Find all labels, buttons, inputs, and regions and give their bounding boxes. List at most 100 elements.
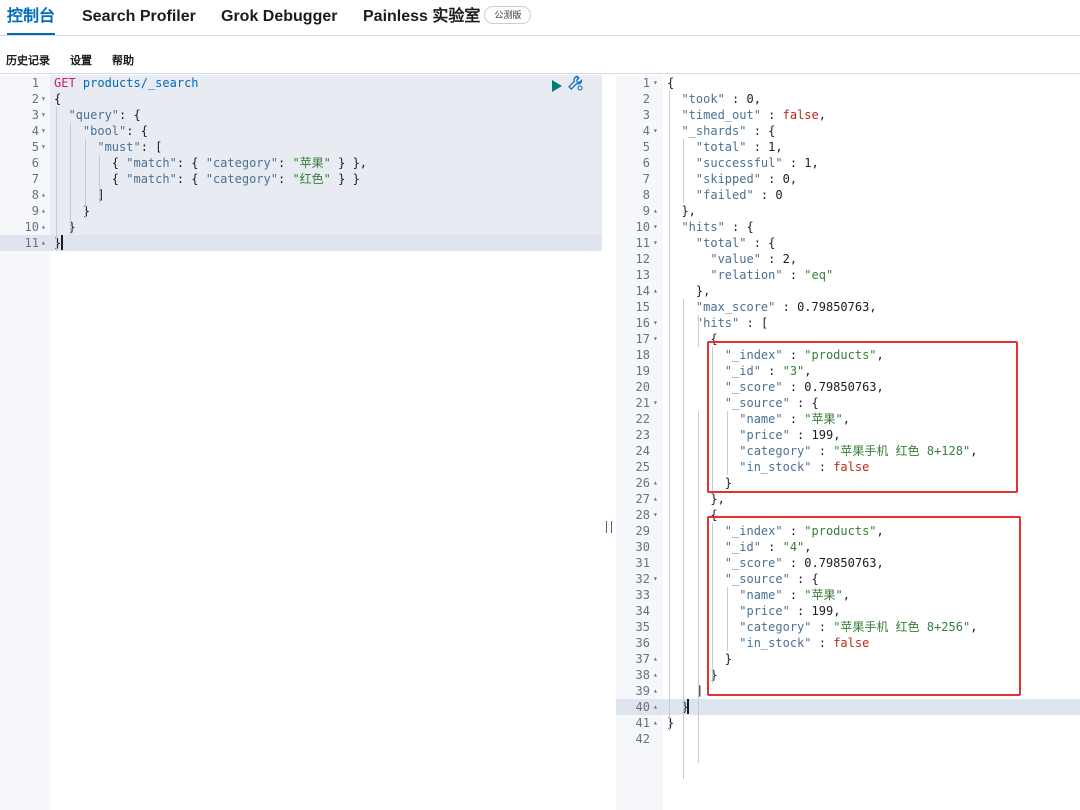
fold-open-icon[interactable]: ▾ [653, 123, 658, 139]
code-text: { [667, 76, 675, 90]
line-number: 29 [635, 524, 650, 538]
line-number: 30 [635, 540, 650, 554]
line-number: 22 [635, 412, 650, 426]
line-number: 40 [635, 700, 650, 714]
code-text: "_source" : { [724, 396, 819, 410]
indent-guide [697, 315, 699, 347]
indent-guide [70, 123, 72, 235]
code-line: 3 ▾ "query": { [0, 107, 602, 123]
code-line: 15 "max_score" : 0.79850763, [616, 299, 1080, 315]
pane-resizer[interactable] [602, 75, 616, 810]
fold-open-icon[interactable]: ▾ [41, 139, 46, 155]
code-line: 10 ▾ "hits" : { [616, 219, 1080, 235]
code-line: 2 ▾ { [0, 91, 602, 107]
code-line: 5 "total" : 1, [616, 139, 1080, 155]
code-text: "category" : "苹果手机 红色 8+256", [739, 620, 978, 634]
code-text: { [667, 332, 718, 346]
fold-close-icon[interactable]: ▴ [653, 475, 658, 491]
fold-open-icon[interactable]: ▾ [653, 395, 658, 411]
code-text: "value" : 2, [710, 252, 798, 266]
fold-open-icon[interactable]: ▾ [653, 571, 658, 587]
line-number: 26 [635, 476, 650, 490]
tab-grok-debugger[interactable]: Grok Debugger [221, 0, 337, 35]
fold-open-icon[interactable]: ▾ [41, 107, 46, 123]
tab-console[interactable]: 控制台 [7, 0, 56, 35]
code-line: 4 ▾ "bool": { [0, 123, 602, 139]
fold-open-icon[interactable]: ▾ [653, 235, 658, 251]
code-text: "_score" : 0.79850763, [724, 556, 884, 570]
code-line: 20 "_score" : 0.79850763, [616, 379, 1080, 395]
play-icon[interactable] [551, 77, 563, 96]
fold-open-icon[interactable]: ▾ [653, 507, 658, 523]
code-text: "skipped" : 0, [695, 172, 798, 186]
code-line: 26 ▴ } [616, 475, 1080, 491]
indent-guide [726, 587, 728, 651]
fold-close-icon[interactable]: ▴ [653, 651, 658, 667]
fold-close-icon[interactable]: ▴ [653, 683, 658, 699]
settings-link[interactable]: 设置 [70, 52, 92, 68]
request-editor[interactable]: 1 GET products/_search 2 ▾{3 ▾ "query": {4 ▾ … [0, 75, 602, 810]
fold-close-icon[interactable]: ▴ [653, 715, 658, 731]
code-text: "query": { [68, 108, 141, 122]
line-number: 10 [24, 220, 39, 234]
code-text: "_index" : "products", [724, 524, 884, 538]
code-line: 16 ▾ "hits" : [ [616, 315, 1080, 331]
fold-close-icon[interactable]: ▴ [41, 187, 46, 203]
line-number: 11 [635, 236, 650, 250]
fold-close-icon[interactable]: ▴ [41, 219, 46, 235]
tab-search-profiler[interactable]: Search Profiler [82, 0, 196, 35]
code-text: "_shards" : { [681, 124, 776, 138]
fold-close-icon[interactable]: ▴ [653, 203, 658, 219]
code-line: 38 ▴ } [616, 667, 1080, 683]
fold-open-icon[interactable]: ▾ [41, 91, 46, 107]
code-line: 6 "successful" : 1, [616, 155, 1080, 171]
code-text: "relation" : "eq" [710, 268, 834, 282]
indent-guide [683, 299, 685, 779]
line-number: 21 [635, 396, 650, 410]
line-number: 39 [635, 684, 650, 698]
code-line: 1 GET products/_search [0, 75, 602, 91]
code-line: 27 ▴ }, [616, 491, 1080, 507]
fold-close-icon[interactable]: ▴ [653, 699, 658, 715]
code-text: }, [667, 204, 696, 218]
code-text: "_score" : 0.79850763, [724, 380, 884, 394]
line-number: 1 [31, 76, 39, 90]
wrench-icon[interactable] [567, 75, 583, 95]
line-number: 28 [635, 508, 650, 522]
code-line: 28 ▾ { [616, 507, 1080, 523]
code-line: 32 ▾ "_source" : { [616, 571, 1080, 587]
fold-close-icon[interactable]: ▴ [653, 491, 658, 507]
line-number: 24 [635, 444, 650, 458]
fold-close-icon[interactable]: ▴ [653, 283, 658, 299]
code-line: 5 ▾ "must": [ [0, 139, 602, 155]
code-text: { [667, 508, 718, 522]
fold-open-icon[interactable]: ▾ [653, 331, 658, 347]
code-line: 37 ▴ } [616, 651, 1080, 667]
fold-open-icon[interactable]: ▾ [653, 315, 658, 331]
fold-open-icon[interactable]: ▾ [653, 219, 658, 235]
fold-close-icon[interactable]: ▴ [41, 235, 46, 251]
fold-open-icon[interactable]: ▾ [41, 123, 46, 139]
help-link[interactable]: 帮助 [112, 52, 134, 68]
code-line: 10 ▴ } [0, 219, 602, 235]
history-link[interactable]: 历史记录 [6, 52, 50, 68]
fold-open-icon[interactable]: ▾ [653, 75, 658, 91]
indent-guide [99, 155, 101, 203]
line-number: 23 [635, 428, 650, 442]
line-number: 12 [635, 252, 650, 266]
code-text: "timed_out" : false, [681, 108, 826, 122]
line-number: 2 [642, 92, 650, 106]
line-number: 10 [635, 220, 650, 234]
fold-close-icon[interactable]: ▴ [41, 203, 46, 219]
beta-badge: 公测版 [484, 6, 532, 25]
line-number: 33 [635, 588, 650, 602]
code-line: 6 { "match": { "category": "苹果" } }, [0, 155, 602, 171]
code-text: { "match": { "category": "苹果" } }, [54, 156, 368, 170]
resizer-grip-icon[interactable] [606, 521, 612, 533]
line-number: 16 [635, 316, 650, 330]
fold-close-icon[interactable]: ▴ [653, 667, 658, 683]
tab-painless-lab[interactable]: Painless 实验室 公测版 [363, 0, 532, 35]
indent-guide [712, 523, 714, 683]
code-text: "max_score" : 0.79850763, [695, 300, 877, 314]
response-viewer[interactable]: 1 ▾{2 "took" : 0, 3 "timed_out" : false, 4 ▾… [616, 75, 1080, 810]
